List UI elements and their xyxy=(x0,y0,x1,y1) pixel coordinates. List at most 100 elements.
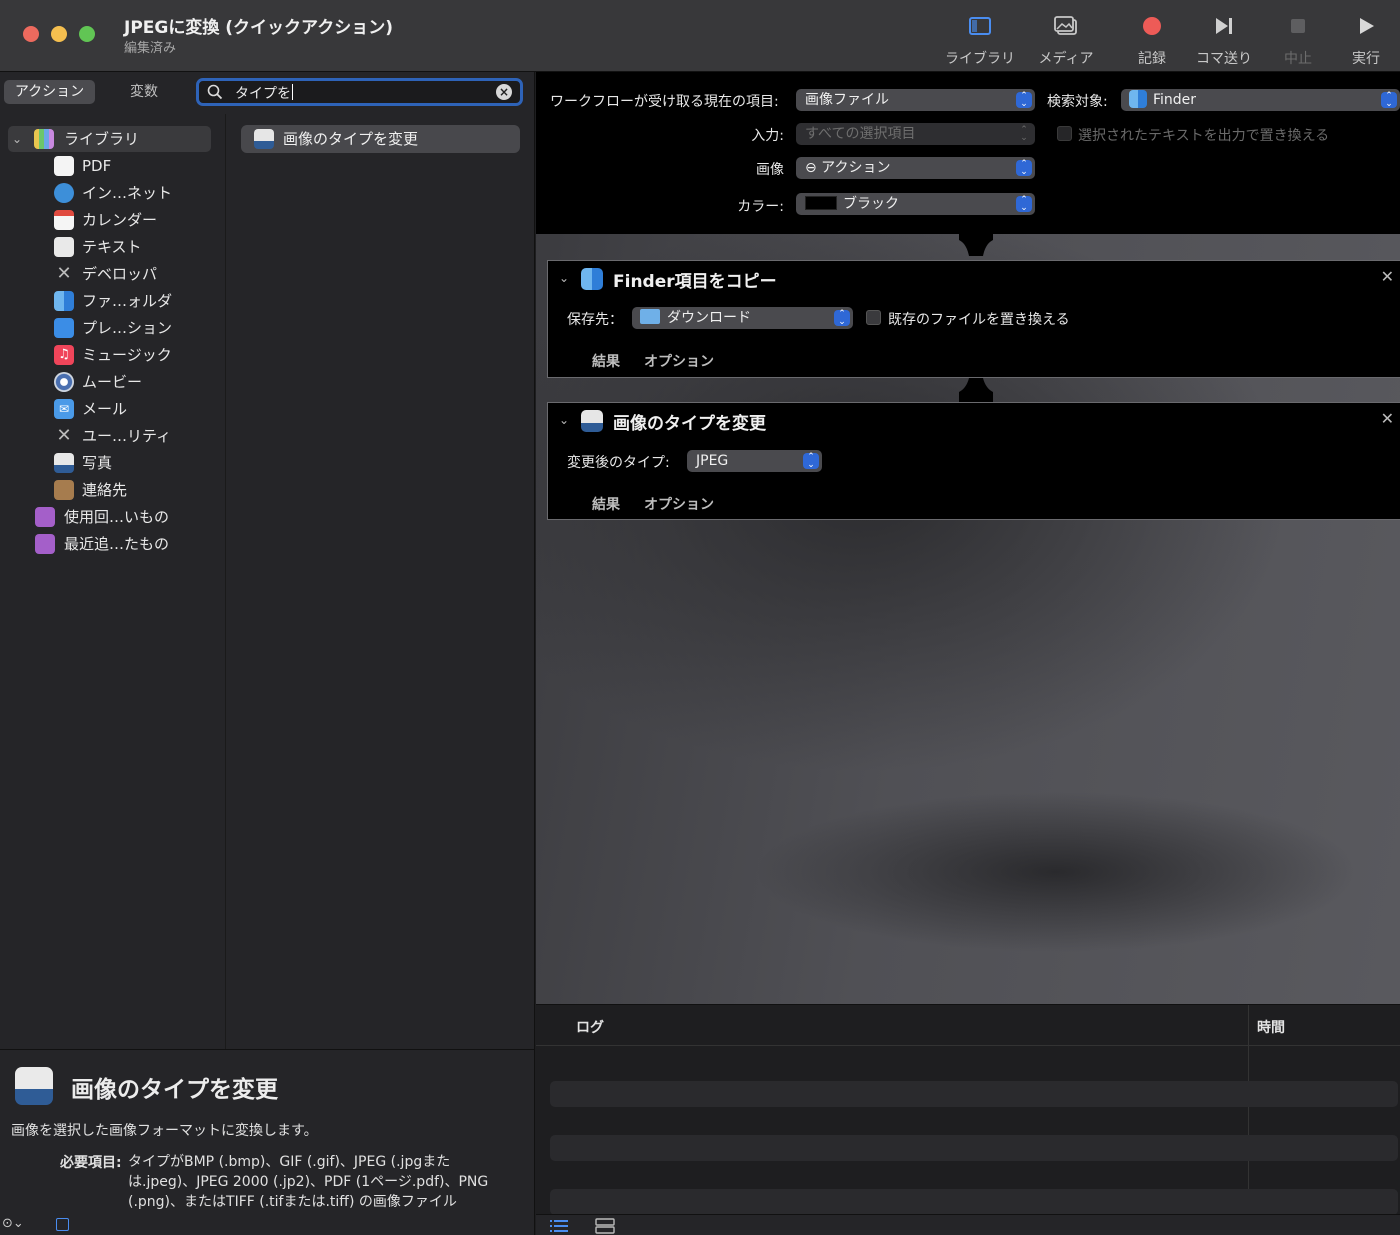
search-input-wrap[interactable]: タイプを xyxy=(235,83,293,103)
left-pane: アクション 変数 タイプを × ⌄ ライブラリ PDF イン…ネット カレンダー xyxy=(0,72,535,1235)
preview-icon xyxy=(254,129,274,149)
library-item-utilities[interactable]: ✕ ユー…リティ xyxy=(0,423,226,449)
collapse-chevron-icon[interactable]: ⌄ xyxy=(559,271,569,285)
time-column-header[interactable]: 時間 xyxy=(1257,1017,1285,1037)
globe-icon xyxy=(54,183,74,203)
input-label: 入力: xyxy=(751,128,784,144)
color-label: カラー: xyxy=(737,199,784,215)
close-icon[interactable]: ✕ xyxy=(1381,267,1394,286)
tab-actions[interactable]: アクション xyxy=(4,80,95,104)
to-type-popup[interactable]: JPEG ⌃ ⌄ xyxy=(687,450,822,472)
library-item-label: プレ…ション xyxy=(82,319,173,337)
library-item-text[interactable]: テキスト xyxy=(0,234,226,260)
action-results-list: 画像のタイプを変更 xyxy=(227,114,534,1049)
search-input[interactable]: タイプを xyxy=(235,86,291,102)
log-column-separator xyxy=(1248,1005,1249,1215)
receives-value: 画像ファイル xyxy=(805,92,889,108)
action-copy-finder-items[interactable]: ⌄ Finder項目をコピー ✕ 保存先： ダウンロード ⌃ ⌄ 既存のファイルを… xyxy=(547,260,1400,378)
library-icon xyxy=(34,129,54,149)
options-tab[interactable]: オプション xyxy=(644,494,714,514)
smart-group-label: 最近追…たもの xyxy=(64,535,170,553)
record-button[interactable]: 記録 xyxy=(1112,12,1192,68)
replace-existing-label: 既存のファイルを置き換える xyxy=(888,312,1070,328)
description-body: 画像を選択した画像フォーマットに変換します。 xyxy=(11,1123,318,1139)
zoom-window-button[interactable] xyxy=(79,26,95,42)
search-field[interactable]: タイプを × xyxy=(196,78,523,106)
split-view-icon[interactable] xyxy=(595,1218,615,1234)
library-item-label: 連絡先 xyxy=(82,481,128,499)
minimize-window-button[interactable] xyxy=(51,26,67,42)
library-item-developer[interactable]: ✕ デベロッパ xyxy=(0,261,226,287)
step-button[interactable]: コマ送り xyxy=(1184,12,1264,68)
results-tab[interactable]: 結果 xyxy=(592,351,620,371)
tools-icon: ✕ xyxy=(56,263,72,284)
library-root[interactable]: ⌄ ライブラリ xyxy=(8,126,211,152)
replace-existing-checkbox[interactable] xyxy=(866,310,881,325)
library-item-files-folders[interactable]: ファ…ォルダ xyxy=(0,288,226,314)
finder-icon xyxy=(54,291,74,311)
required-text: タイプがBMP (.bmp)、GIF (.gif)、JPEG (.jpgまたは.… xyxy=(128,1154,489,1210)
list-view-icon[interactable] xyxy=(550,1219,568,1233)
library-item-photos[interactable]: 写真 xyxy=(0,450,226,476)
library-button[interactable]: ライブラリ xyxy=(940,12,1020,68)
log-row xyxy=(550,1135,1398,1161)
photos-icon xyxy=(1054,16,1077,35)
chevron-down-icon[interactable]: ⌄ xyxy=(12,126,22,152)
tools-icon: ✕ xyxy=(56,425,72,446)
popup-arrows-icon: ⌃ ⌄ xyxy=(1381,92,1397,109)
library-item-mail[interactable]: ✉ メール xyxy=(0,396,226,422)
destination-value: ダウンロード xyxy=(667,310,751,326)
collapse-chevron-icon[interactable]: ⌄ xyxy=(559,413,569,427)
library-item-movies[interactable]: ムービー xyxy=(0,369,226,395)
smart-group-recently-added[interactable]: 最近追…たもの xyxy=(0,531,226,557)
smart-group-most-used[interactable]: 使用回…いもの xyxy=(0,504,226,530)
step-forward-icon xyxy=(1216,18,1232,34)
library-item-label: ムービー xyxy=(82,373,143,391)
description-toggle-icon[interactable] xyxy=(56,1218,69,1231)
target-label: 検索対象: xyxy=(1047,94,1108,110)
library-item-label: ファ…ォルダ xyxy=(82,292,173,310)
library-item-label: ユー…リティ xyxy=(82,427,172,445)
media-button[interactable]: メディア xyxy=(1026,12,1106,68)
input-value: すべての選択項目 xyxy=(805,126,916,142)
clear-search-icon[interactable]: × xyxy=(496,84,512,100)
options-tab[interactable]: オプション xyxy=(644,351,714,371)
library-item-presentations[interactable]: プレ…ション xyxy=(0,315,226,341)
tab-variables[interactable]: 変数 xyxy=(100,80,188,104)
required-label: 必要項目: xyxy=(60,1155,122,1171)
library-item-contacts[interactable]: 連絡先 xyxy=(0,477,226,503)
library-item-music[interactable]: ♫ ミュージック xyxy=(0,342,226,368)
log-column-header[interactable]: ログ xyxy=(576,1017,604,1037)
close-window-button[interactable] xyxy=(23,26,39,42)
preview-icon xyxy=(15,1067,53,1105)
result-item-change-image-type[interactable]: 画像のタイプを変更 xyxy=(241,125,520,153)
window-subtitle: 編集済み xyxy=(124,41,177,56)
receives-label: ワークフローが受け取る現在の項目: xyxy=(550,94,779,110)
image-popup[interactable]: ⊖ アクション ⌃ ⌄ xyxy=(796,157,1035,179)
run-button[interactable]: 実行 xyxy=(1326,12,1400,68)
right-bottom-bar xyxy=(536,1214,1400,1235)
workflow-area: ワークフローが受け取る現在の項目: 画像ファイル ⌃ ⌄ 検索対象: Finder… xyxy=(536,72,1400,1235)
input-popup[interactable]: すべての選択項目 ⌃ ⌄ xyxy=(796,123,1035,145)
run-button-label: 実行 xyxy=(1352,51,1380,67)
action-menu-icon[interactable]: ⊙⌄ xyxy=(2,1216,24,1231)
library-item-calendar[interactable]: カレンダー xyxy=(0,207,226,233)
library-item-label: テキスト xyxy=(82,238,142,256)
close-icon[interactable]: ✕ xyxy=(1381,409,1394,428)
log-panel: ログ 時間 xyxy=(536,1004,1400,1215)
target-popup[interactable]: Finder ⌃ ⌄ xyxy=(1121,89,1400,111)
action-change-image-type[interactable]: ⌄ 画像のタイプを変更 ✕ 変更後のタイプ: JPEG ⌃ ⌄ 結果 オプション xyxy=(547,402,1400,520)
color-popup[interactable]: ブラック ⌃ ⌄ xyxy=(796,193,1035,215)
library-item-label: ミュージック xyxy=(82,346,172,364)
window-title: JPEGに変換 (クイックアクション) xyxy=(124,18,393,38)
destination-popup[interactable]: ダウンロード ⌃ ⌄ xyxy=(632,307,853,329)
library-item-label: PDF xyxy=(82,157,112,175)
library-item-pdf[interactable]: PDF xyxy=(0,153,226,179)
receives-popup[interactable]: 画像ファイル ⌃ ⌄ xyxy=(796,89,1035,111)
results-tab[interactable]: 結果 xyxy=(592,494,620,514)
library-item-internet[interactable]: イン…ネット xyxy=(0,180,226,206)
title-bar: JPEGに変換 (クイックアクション) 編集済み ライブラリ メディア 記録 コ… xyxy=(0,0,1400,72)
workflow-header: ワークフローが受け取る現在の項目: 画像ファイル ⌃ ⌄ 検索対象: Finder… xyxy=(536,72,1400,234)
replace-text-checkbox[interactable] xyxy=(1057,126,1072,141)
color-value: ブラック xyxy=(843,196,899,212)
